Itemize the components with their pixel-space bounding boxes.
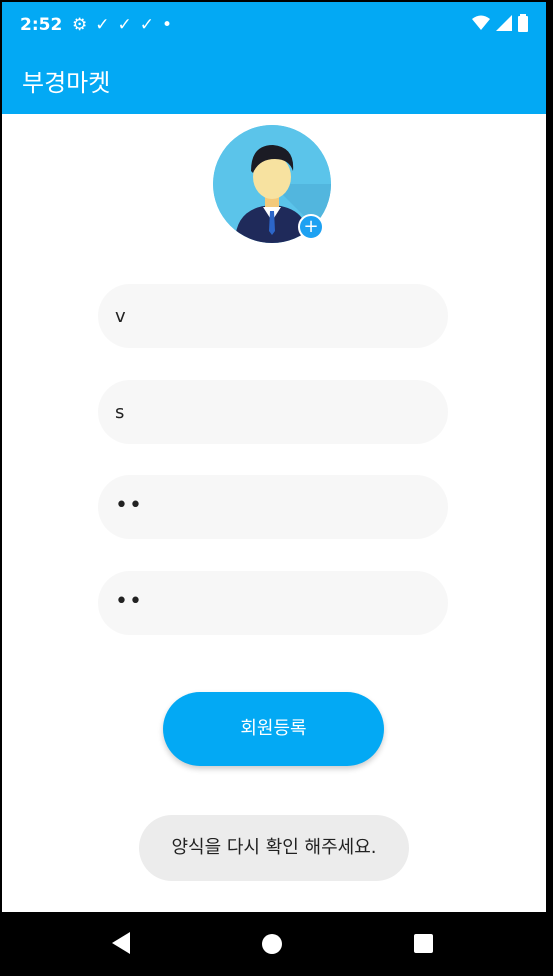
app-bar: 부경마켓 (2, 48, 546, 114)
system-nav-bar (0, 912, 553, 976)
password-confirm-value: •• (115, 589, 143, 614)
status-bar: 2:52 ⚙✓✓✓• (2, 2, 546, 48)
system-status-icons (472, 14, 528, 32)
password-confirm-field[interactable]: •• (98, 571, 448, 635)
field-2-value: s (115, 402, 125, 423)
wifi-icon (472, 15, 490, 30)
home-icon[interactable] (262, 934, 282, 954)
register-button[interactable]: 회원등록 (163, 692, 384, 766)
field-1-value: v (115, 306, 126, 327)
notification-icons: ⚙✓✓✓• (72, 15, 180, 35)
password-value: •• (115, 493, 143, 518)
back-icon[interactable] (112, 932, 130, 954)
status-time: 2:52 (20, 15, 63, 35)
toast-message: 양식을 다시 확인 해주세요. (139, 815, 409, 881)
recents-icon[interactable] (414, 934, 433, 953)
signal-icon (496, 15, 512, 31)
app-screen: 2:52 ⚙✓✓✓• 부경마켓 + v s •• •• 회원등록 양식을 다시 … (2, 2, 546, 912)
input-field-1[interactable]: v (98, 284, 448, 348)
battery-icon (518, 14, 528, 32)
add-photo-button[interactable]: + (298, 214, 324, 240)
app-title: 부경마켓 (22, 69, 111, 97)
input-field-2[interactable]: s (98, 380, 448, 444)
password-field[interactable]: •• (98, 475, 448, 539)
